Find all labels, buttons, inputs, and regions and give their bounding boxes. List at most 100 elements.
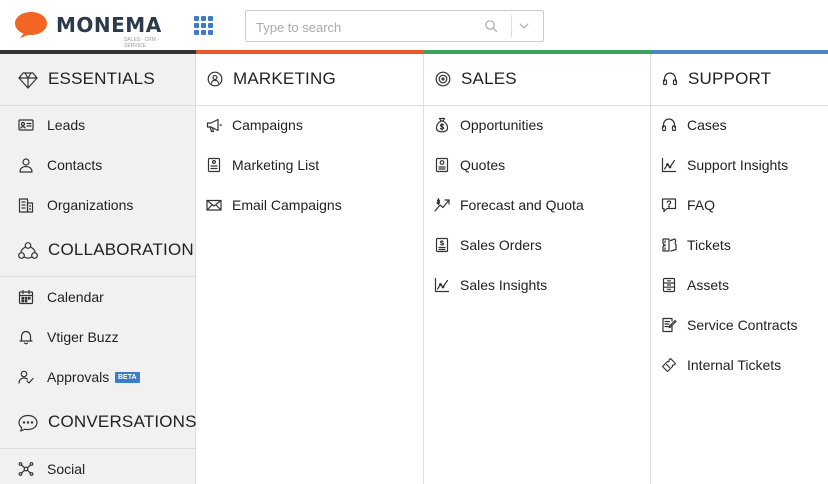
sales-column: SALES Opportunities Quotes Forecast and … [424, 54, 651, 484]
brand-logo[interactable]: MONEMA SALES · CRM · SERVICE [14, 11, 164, 49]
calendar-icon [18, 289, 34, 305]
list-icon [207, 157, 221, 173]
target-icon [435, 71, 451, 87]
marketing-title: MARKETING [233, 69, 336, 88]
sales-title: SALES [461, 69, 517, 88]
menu-item-label: Internal Tickets [687, 357, 782, 373]
menu-item-label: Opportunities [460, 117, 544, 133]
menu-item-label: Email Campaigns [232, 197, 342, 213]
menu-item-approvals[interactable]: Approvals BETA [0, 357, 195, 397]
global-search [245, 10, 544, 42]
order-doc-icon [435, 237, 449, 253]
menu-item-marketing-list[interactable]: Marketing List [196, 145, 423, 185]
chart-icon [434, 277, 450, 293]
menu-item-leads[interactable]: Leads [0, 105, 195, 145]
menu-item-label: Campaigns [232, 117, 303, 133]
menu-item-opportunities[interactable]: Opportunities [424, 105, 650, 145]
beta-badge: BETA [115, 372, 140, 383]
network-icon [18, 462, 34, 476]
menu-item-label: Sales Orders [460, 237, 542, 253]
menu-item-social[interactable]: Social [0, 449, 195, 484]
collaboration-icon [18, 242, 38, 259]
menu-item-label: Vtiger Buzz [47, 329, 119, 345]
headset-icon [661, 118, 677, 132]
tickets-icon [662, 238, 677, 252]
essentials-column: ESSENTIALS Leads Contacts Organizations … [0, 54, 197, 484]
marketing-header: MARKETING [196, 54, 423, 106]
menu-item-campaigns[interactable]: Campaigns [196, 105, 423, 145]
building-icon [18, 198, 34, 213]
menu-item-contacts[interactable]: Contacts [0, 145, 195, 185]
headset-icon [662, 72, 678, 86]
person-icon [19, 158, 33, 173]
menu-item-quotes[interactable]: Quotes [424, 145, 650, 185]
id-card-icon [18, 119, 34, 131]
chevron-down-icon[interactable] [518, 20, 530, 32]
bell-icon [19, 330, 33, 345]
brand-name: MONEMA [56, 13, 162, 37]
menu-item-label: Social [47, 461, 86, 477]
menu-item-internal-tickets[interactable]: Internal Tickets [651, 345, 828, 385]
menu-item-service-contracts[interactable]: Service Contracts [651, 305, 828, 345]
menu-item-sales-insights[interactable]: Sales Insights [424, 265, 650, 305]
forecast-icon [434, 197, 450, 212]
menu-item-label: Service Contracts [687, 317, 798, 333]
speech-bubble-logo-icon [15, 12, 47, 38]
menu-item-sales-orders[interactable]: Sales Orders [424, 225, 650, 265]
menu-item-calendar[interactable]: Calendar [0, 277, 195, 317]
marketing-column: MARKETING Campaigns Marketing List Email… [196, 54, 424, 484]
search-divider [511, 15, 512, 37]
menu-item-label: Assets [687, 277, 730, 293]
menu-item-label: Organizations [47, 197, 134, 213]
money-bag-icon [435, 117, 449, 133]
search-input[interactable] [256, 17, 476, 37]
menu-item-label: Forecast and Quota [460, 197, 584, 213]
menu-item-cases[interactable]: Cases [651, 105, 828, 145]
envelope-icon [206, 199, 222, 211]
cabinet-icon [662, 277, 676, 293]
menu-item-label: Quotes [460, 157, 506, 173]
menu-item-label: Support Insights [687, 157, 789, 173]
essentials-header: ESSENTIALS [0, 54, 195, 106]
menu-item-label: Sales Insights [460, 277, 548, 293]
menu-item-label: Approvals [47, 369, 110, 385]
search-icon[interactable] [484, 19, 498, 33]
menu-item-organizations[interactable]: Organizations [0, 185, 195, 225]
chart-icon [661, 157, 677, 173]
conversations-title: CONVERSATIONS [48, 412, 197, 431]
marketing-person-icon [207, 71, 223, 87]
question-bubble-icon [661, 198, 677, 213]
menu-item-vtiger-buzz[interactable]: Vtiger Buzz [0, 317, 195, 357]
menu-item-email-campaigns[interactable]: Email Campaigns [196, 185, 423, 225]
support-column: SUPPORT Cases Support Insights FAQ Ticke… [651, 54, 828, 484]
person-check-icon [18, 370, 34, 384]
menu-item-label: Tickets [687, 237, 731, 253]
contract-icon [662, 317, 677, 333]
top-bar: MONEMA SALES · CRM · SERVICE [0, 0, 828, 50]
menu-item-tickets[interactable]: Tickets [651, 225, 828, 265]
menu-item-label: FAQ [687, 197, 716, 213]
diamond-icon [18, 72, 38, 89]
megaphone-icon [206, 118, 222, 133]
support-header: SUPPORT [651, 54, 828, 106]
menu-item-label: Cases [687, 117, 727, 133]
support-title: SUPPORT [688, 69, 772, 88]
menu-item-faq[interactable]: FAQ [651, 185, 828, 225]
menu-item-assets[interactable]: Assets [651, 265, 828, 305]
menu-item-label: Leads [47, 117, 86, 133]
menu-item-forecast-and-quota[interactable]: Forecast and Quota [424, 185, 650, 225]
ticket-icon [661, 357, 677, 373]
menu-item-label: Contacts [47, 157, 103, 173]
sales-header: SALES [424, 54, 650, 106]
quote-doc-icon [435, 157, 449, 173]
chat-bubble-icon [18, 414, 38, 432]
conversations-header: CONVERSATIONS [0, 397, 197, 449]
menu-item-support-insights[interactable]: Support Insights [651, 145, 828, 185]
menu-item-label: Calendar [47, 289, 104, 305]
menu-item-label: Marketing List [232, 157, 320, 173]
brand-tagline: SALES · CRM · SERVICE [124, 37, 160, 49]
collaboration-header: COLLABORATION [0, 225, 195, 277]
essentials-title: ESSENTIALS [48, 69, 155, 88]
app-grid-icon[interactable] [194, 16, 214, 36]
collaboration-title: COLLABORATION [48, 240, 194, 259]
